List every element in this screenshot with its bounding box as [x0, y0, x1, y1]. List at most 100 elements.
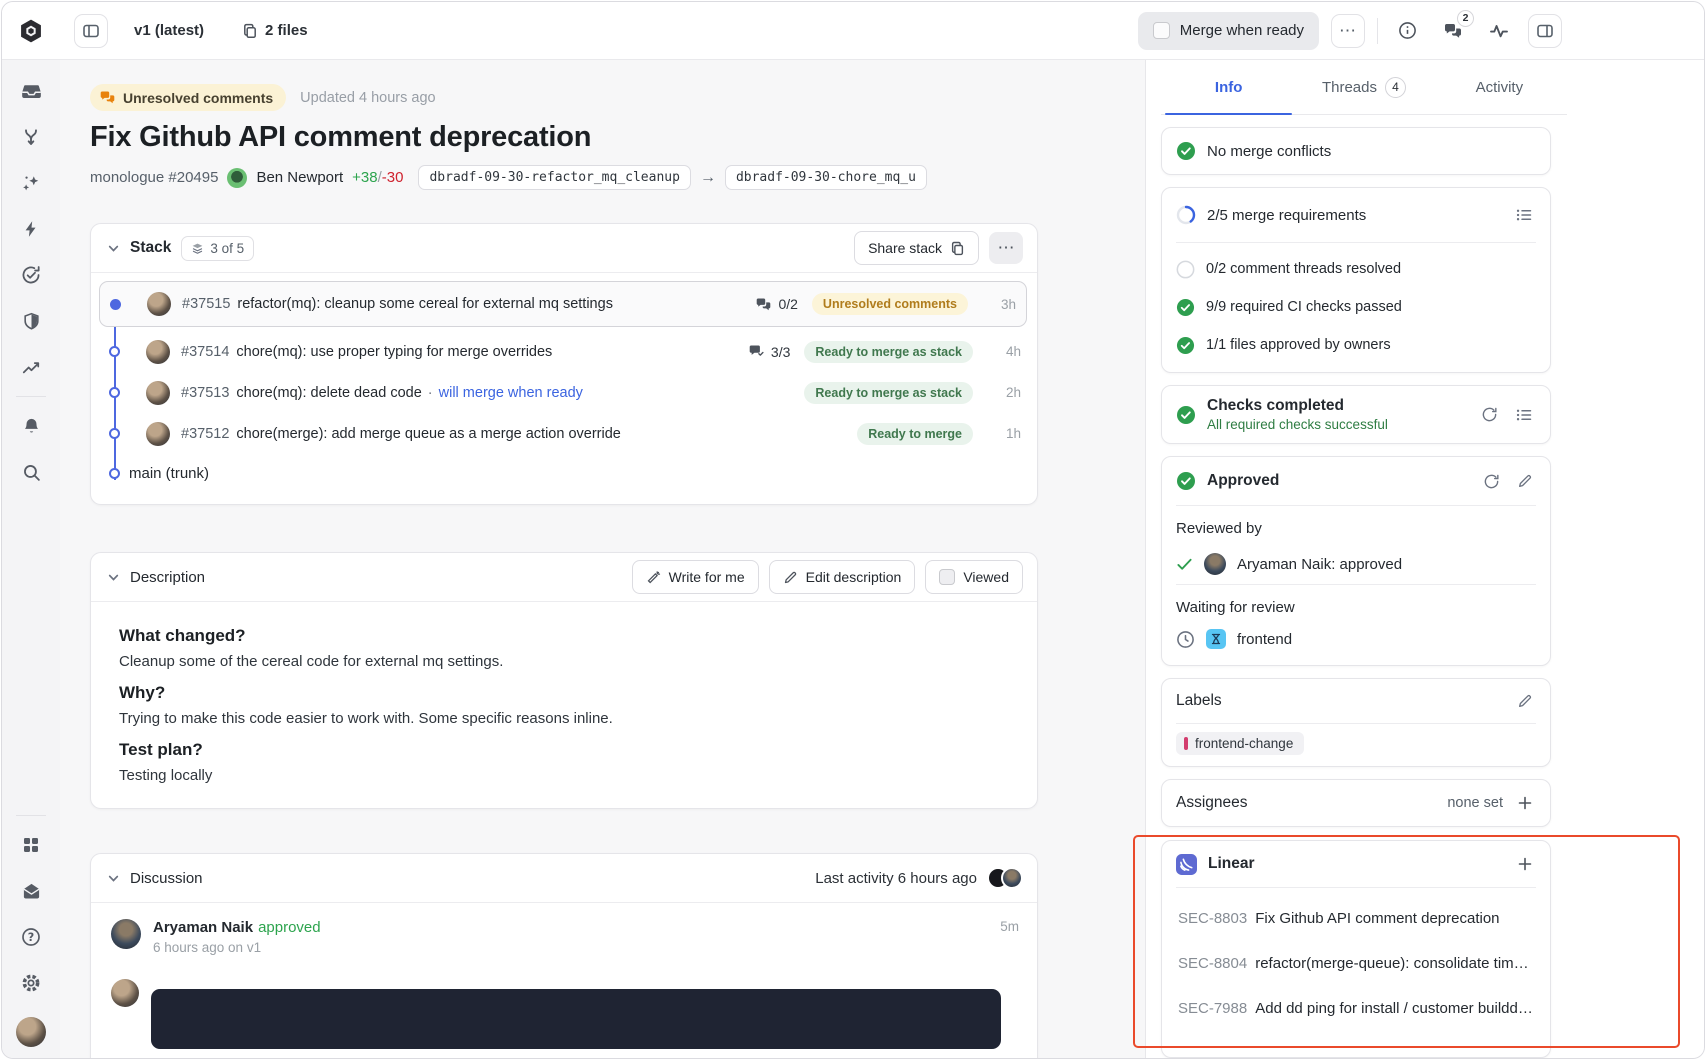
- app-logo-icon[interactable]: [2, 17, 60, 45]
- add-linear-issue-button[interactable]: [1514, 853, 1536, 875]
- add-assignee-button[interactable]: [1514, 792, 1536, 814]
- linear-issue-link[interactable]: SEC-8804refactor(merge-queue): consolida…: [1162, 941, 1550, 986]
- description-collapse-chevron[interactable]: [107, 571, 120, 584]
- stack-row-37515[interactable]: #37515 refactor(mq): cleanup some cereal…: [99, 281, 1027, 327]
- linear-issue-link[interactable]: SEC-7988Add dd ping for install / custom…: [1162, 986, 1550, 1031]
- copy-icon: [950, 241, 965, 256]
- stack-row-37513[interactable]: #37513 chore(mq): delete dead code · wil…: [91, 372, 1037, 413]
- sidebar-item-inbox[interactable]: [11, 68, 51, 114]
- files-button[interactable]: 2 files: [242, 22, 308, 39]
- label-color-bar: [1184, 737, 1188, 750]
- main-content: Unresolved comments Updated 4 hours ago …: [60, 60, 1145, 1058]
- review-edit-button[interactable]: [1514, 470, 1536, 492]
- sidebar-item-merge-queue[interactable]: [11, 114, 51, 160]
- rail-dot: [109, 468, 120, 479]
- clock-icon: [1176, 630, 1195, 649]
- sidebar-item-ai[interactable]: [11, 160, 51, 206]
- discussion-title: Discussion: [130, 870, 203, 887]
- review-refresh-button[interactable]: [1480, 470, 1503, 493]
- progress-circle-icon: [1176, 205, 1196, 225]
- tab-threads[interactable]: Threads4: [1296, 60, 1431, 114]
- branch-from-chip[interactable]: dbradf-09-30-refactor_mq_cleanup: [418, 165, 690, 190]
- row-avatar: [147, 292, 171, 316]
- last-activity-label: Last activity 6 hours ago: [815, 870, 977, 887]
- sidebar-item-search[interactable]: [11, 449, 51, 495]
- row-time: 1h: [987, 426, 1021, 441]
- stack-collapse-chevron[interactable]: [107, 242, 120, 255]
- participant-avatar: [1001, 867, 1023, 889]
- author-name: Ben Newport: [256, 169, 343, 186]
- sidebar-item-help[interactable]: ?: [11, 914, 51, 960]
- sidebar-item-mail[interactable]: [11, 868, 51, 914]
- sidebar-item-insights[interactable]: [11, 344, 51, 390]
- checks-refresh-button[interactable]: [1478, 403, 1501, 426]
- checks-list-button[interactable]: [1512, 403, 1536, 427]
- sidebar-item-security[interactable]: [11, 298, 51, 344]
- labels-edit-button[interactable]: [1514, 690, 1536, 712]
- viewed-toggle-button[interactable]: Viewed: [925, 560, 1023, 594]
- merge-when-ready-link[interactable]: will merge when ready: [439, 385, 583, 401]
- chat-bubbles-icon: [755, 296, 772, 313]
- user-avatar-image: [16, 1017, 46, 1047]
- search-icon: [22, 463, 41, 482]
- sidebar-divider-bottom: [16, 815, 46, 816]
- info-button[interactable]: [1390, 14, 1424, 48]
- label-pill: frontend-change: [1176, 732, 1304, 755]
- write-for-me-button[interactable]: Write for me: [632, 560, 759, 594]
- description-card: Description Write for me Edit descriptio…: [90, 552, 1038, 809]
- more-options-button[interactable]: ⋯: [1331, 14, 1365, 48]
- sidebar-toggle-button[interactable]: [74, 14, 108, 48]
- sidebar-item-settings[interactable]: [11, 960, 51, 1006]
- bolt-icon: [22, 220, 40, 238]
- row-time: 2h: [987, 385, 1021, 400]
- branch-to-chip[interactable]: dbradf-09-30-chore_mq_u: [725, 165, 927, 190]
- comments-button[interactable]: 2: [1436, 14, 1470, 48]
- rail-dot: [109, 387, 120, 398]
- pencil-icon: [783, 570, 798, 585]
- discussion-collapse-chevron[interactable]: [107, 872, 120, 885]
- repo-link[interactable]: monologue #20495: [90, 169, 218, 186]
- bell-icon: [22, 417, 41, 436]
- row-avatar: [146, 422, 170, 446]
- merge-requirements-card: 2/5 merge requirements 0/2 comment threa…: [1161, 187, 1551, 373]
- version-selector[interactable]: v1 (latest): [134, 22, 204, 39]
- tab-activity[interactable]: Activity: [1432, 60, 1567, 114]
- panel-toggle-button[interactable]: [1528, 14, 1562, 48]
- sidebar-item-notifications[interactable]: [11, 403, 51, 449]
- edit-description-button[interactable]: Edit description: [769, 560, 916, 594]
- stack-row-37512[interactable]: #37512 chore(merge): add merge queue as …: [91, 413, 1037, 454]
- linear-logo-icon: [1176, 854, 1197, 875]
- stack-row-37514[interactable]: #37514 chore(mq): use proper typing for …: [91, 331, 1037, 372]
- activity-pulse-button[interactable]: [1482, 14, 1516, 48]
- pencil-icon: [1517, 473, 1533, 489]
- requirement-item: 9/9 required CI checks passed: [1162, 288, 1550, 326]
- sidebar-item-automations[interactable]: [11, 206, 51, 252]
- gear-icon: [21, 973, 41, 993]
- stack-more-button[interactable]: ⋯: [989, 232, 1023, 264]
- merge-when-ready-checkbox[interactable]: [1153, 22, 1170, 39]
- code-snippet-preview: [151, 989, 1001, 1049]
- viewed-checkbox[interactable]: [939, 569, 955, 585]
- sparkles-icon: [21, 173, 41, 193]
- description-body: Trying to make this code easier to work …: [119, 710, 1009, 727]
- check-circle-icon: [1176, 405, 1196, 425]
- comment-age: 5m: [1000, 919, 1019, 955]
- user-avatar[interactable]: [11, 1006, 51, 1058]
- list-icon: [1515, 206, 1533, 224]
- share-stack-button[interactable]: Share stack: [854, 231, 979, 265]
- sidebar-item-apps[interactable]: [11, 822, 51, 868]
- description-heading: What changed?: [119, 626, 1009, 646]
- sidebar-item-ci-status[interactable]: [11, 252, 51, 298]
- check-circle-icon: [1176, 298, 1195, 317]
- merge-when-ready-button[interactable]: Merge when ready: [1138, 12, 1319, 50]
- wand-sparkle-icon: [646, 570, 661, 585]
- row-avatar: [146, 381, 170, 405]
- shield-icon: [22, 312, 41, 331]
- plus-icon: [1517, 795, 1533, 811]
- waiting-team-name[interactable]: frontend: [1237, 631, 1292, 648]
- requirements-list-button[interactable]: [1512, 203, 1536, 227]
- comment-action: approved: [258, 919, 321, 936]
- diff-stats: +38/-30: [352, 169, 403, 186]
- linear-issue-link[interactable]: SEC-8803Fix Github API comment deprecati…: [1162, 896, 1550, 941]
- tab-info[interactable]: Info: [1161, 60, 1296, 114]
